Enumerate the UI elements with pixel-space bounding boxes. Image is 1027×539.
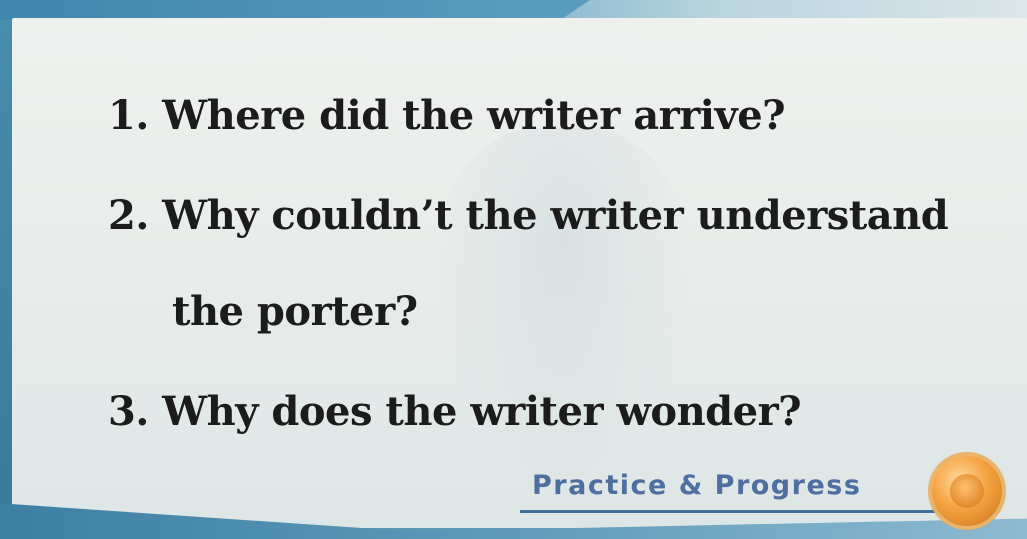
footer-label: Practice & Progress [532, 470, 862, 501]
question-3: 3. Why does the writer wonder? [108, 388, 802, 435]
question-1: 1. Where did the writer arrive? [108, 92, 786, 139]
question-2-continued: the porter? [172, 288, 418, 335]
footer-underline [520, 510, 940, 513]
orange-orb-icon[interactable] [932, 456, 1002, 526]
orb-inner-icon [950, 474, 984, 508]
question-2: 2. Why couldn’t the writer understand [108, 192, 949, 239]
